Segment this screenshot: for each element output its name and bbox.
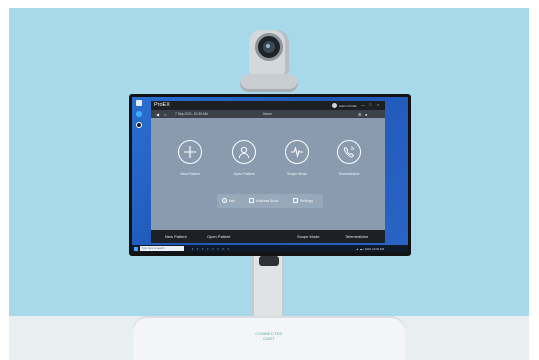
app-name: ProEX (154, 102, 170, 108)
settings-link[interactable]: Settings (293, 198, 313, 203)
taskbar-search[interactable]: Type here to search (140, 246, 184, 251)
app-footer: New Patient Open Patient Scope Mode Tele… (151, 230, 385, 243)
back-icon[interactable]: ◀ (156, 112, 159, 117)
settings-link-icon (293, 198, 298, 203)
waveform-icon (291, 146, 303, 158)
taskbar-search-placeholder: Type here to search (141, 246, 165, 250)
footer-new-patient[interactable]: New Patient (165, 234, 187, 239)
telemedicine-label: Telemedicine (338, 172, 360, 176)
open-patient-label: Open Patient (233, 172, 255, 176)
footer-scope-mode[interactable]: Scope Mode (297, 234, 319, 239)
open-patient-button[interactable] (232, 140, 256, 164)
product-photo: CONNECTED CART ProEX Admin Profile — □ ×… (0, 0, 539, 360)
maximize-button[interactable]: □ (369, 102, 371, 107)
user-name[interactable]: Admin Profile (339, 104, 357, 108)
quick-links-bar: i Info Address Book Settings (217, 194, 323, 208)
browser-icon[interactable] (136, 111, 142, 117)
camera-mount (240, 74, 298, 92)
info-label: Info (229, 198, 235, 203)
scope-mode-label: Scope Mode (286, 172, 308, 176)
toolbar-title: Home (263, 112, 272, 116)
address-book-icon (249, 198, 254, 203)
home-icon[interactable]: ⌂ (164, 112, 166, 117)
app-toolbar: ◀ ⌂ 7 Sep 2021, 10:30 AM Home ⚙ ● (151, 110, 385, 118)
info-link[interactable]: i Info (222, 198, 235, 203)
new-patient-button[interactable] (178, 140, 202, 164)
telemedicine-button[interactable] (337, 140, 361, 164)
taskbar: Type here to search ▪ ▪ ▪ ▪ ▪ ▪ ▪ ▪ ▲ ☁ … (132, 245, 408, 252)
desktop-icons (134, 100, 144, 133)
phone-icon (343, 146, 355, 158)
close-button[interactable]: × (377, 102, 379, 107)
app-shortcut-icon[interactable] (136, 122, 142, 128)
plus-icon (184, 146, 196, 158)
user-avatar[interactable] (332, 103, 337, 108)
person-icon (239, 146, 249, 159)
footer-telemedicine[interactable]: Telemedicine (345, 234, 368, 239)
system-tray[interactable]: ▲ ☁ ♪ ENG 10:30 AM (356, 247, 384, 251)
new-patient-label: New Patient (180, 172, 200, 176)
footer-open-patient[interactable]: Open Patient (207, 234, 230, 239)
settings-icon[interactable]: ⚙ (358, 112, 362, 117)
scope-mode-button[interactable] (285, 140, 309, 164)
cart-label: CONNECTED CART (255, 331, 283, 341)
toolbar-date: 7 Sep 2021, 10:30 AM (175, 112, 208, 116)
taskbar-apps[interactable]: ▪ ▪ ▪ ▪ ▪ ▪ ▪ ▪ (192, 247, 230, 251)
recycle-bin-icon[interactable] (136, 100, 142, 106)
camera-lens-reflection (266, 44, 270, 48)
settings-label: Settings (300, 198, 313, 203)
info-icon: i (222, 198, 227, 203)
address-book-link[interactable]: Address Book (249, 198, 278, 203)
notification-icon[interactable]: ● (365, 112, 367, 117)
start-button[interactable] (134, 246, 138, 251)
pole-clip (259, 256, 279, 266)
app-titlebar: ProEX Admin Profile — □ × (151, 101, 385, 110)
address-book-label: Address Book (256, 198, 279, 203)
minimize-button[interactable]: — (361, 102, 365, 107)
